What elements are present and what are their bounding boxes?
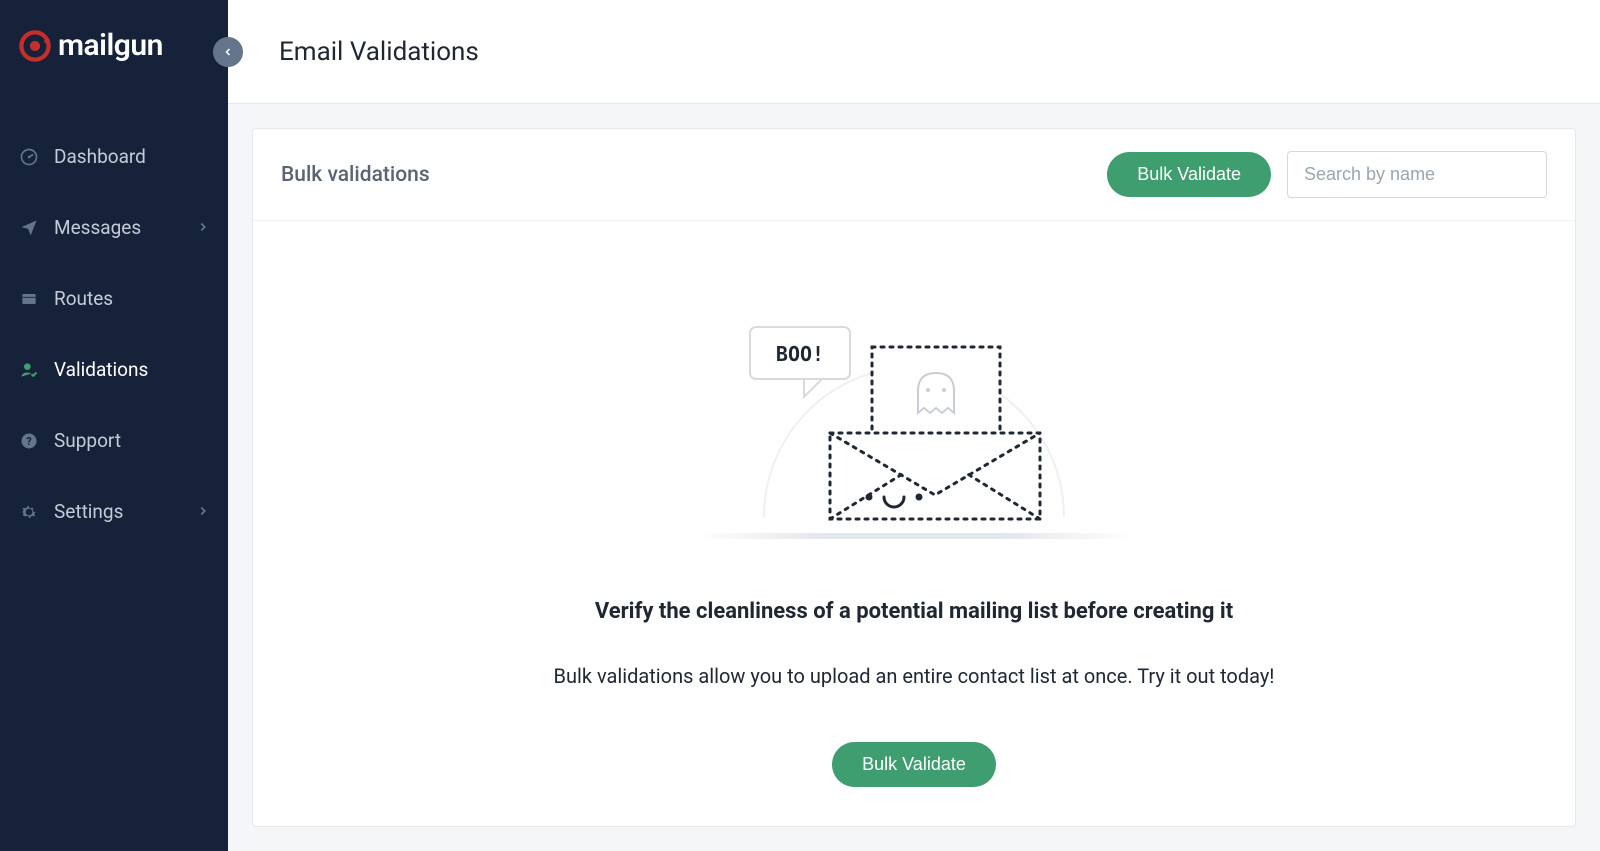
sidebar-item-validations[interactable]: Validations bbox=[0, 334, 228, 405]
sidebar: mailgun Dashboard Messages bbox=[0, 0, 228, 851]
sidebar-item-routes[interactable]: Routes bbox=[0, 263, 228, 334]
sidebar-item-label: Messages bbox=[54, 216, 182, 239]
main: Email Validations Bulk validations Bulk … bbox=[228, 0, 1600, 851]
empty-subtext: Bulk validations allow you to upload an … bbox=[554, 664, 1275, 688]
empty-heading: Verify the cleanliness of a potential ma… bbox=[595, 599, 1233, 624]
topbar: Email Validations bbox=[228, 0, 1600, 104]
chevron-right-icon bbox=[196, 500, 210, 523]
sidebar-item-messages[interactable]: Messages bbox=[0, 192, 228, 263]
chevron-left-icon bbox=[222, 46, 234, 58]
inbox-icon bbox=[18, 289, 40, 309]
brand-name: mailgun bbox=[58, 28, 163, 63]
sidebar-item-label: Routes bbox=[54, 287, 210, 310]
sidebar-item-dashboard[interactable]: Dashboard bbox=[0, 121, 228, 192]
bulk-validate-button[interactable]: Bulk Validate bbox=[1107, 152, 1271, 197]
gear-icon bbox=[18, 502, 40, 522]
svg-text:?: ? bbox=[26, 435, 31, 448]
sidebar-item-support[interactable]: ? Support bbox=[0, 405, 228, 476]
page-title: Email Validations bbox=[279, 37, 479, 67]
logo[interactable]: mailgun bbox=[0, 0, 228, 73]
bulk-validate-cta-button[interactable]: Bulk Validate bbox=[832, 742, 996, 787]
collapse-sidebar-button[interactable] bbox=[213, 37, 243, 67]
sidebar-item-label: Support bbox=[54, 429, 210, 452]
search-input[interactable] bbox=[1287, 151, 1547, 198]
section-title: Bulk validations bbox=[281, 163, 1091, 187]
illustration-shadow bbox=[694, 533, 1134, 539]
sidebar-item-settings[interactable]: Settings bbox=[0, 476, 228, 547]
primary-nav: Dashboard Messages Routes bbox=[0, 121, 228, 547]
content-panel: Bulk validations Bulk Validate BOO! bbox=[252, 128, 1576, 827]
user-check-icon bbox=[18, 360, 40, 380]
mailgun-logo-icon bbox=[18, 29, 52, 63]
help-icon: ? bbox=[18, 431, 40, 451]
boo-text: BOO! bbox=[776, 342, 824, 366]
send-icon bbox=[18, 218, 40, 238]
sidebar-item-label: Settings bbox=[54, 500, 182, 523]
chevron-right-icon bbox=[196, 216, 210, 239]
empty-illustration: BOO! bbox=[694, 285, 1134, 539]
empty-state: BOO! bbox=[253, 221, 1575, 826]
sidebar-item-label: Dashboard bbox=[54, 145, 210, 168]
panel-header: Bulk validations Bulk Validate bbox=[253, 129, 1575, 221]
sidebar-item-label: Validations bbox=[54, 358, 210, 381]
dashboard-icon bbox=[18, 147, 40, 167]
